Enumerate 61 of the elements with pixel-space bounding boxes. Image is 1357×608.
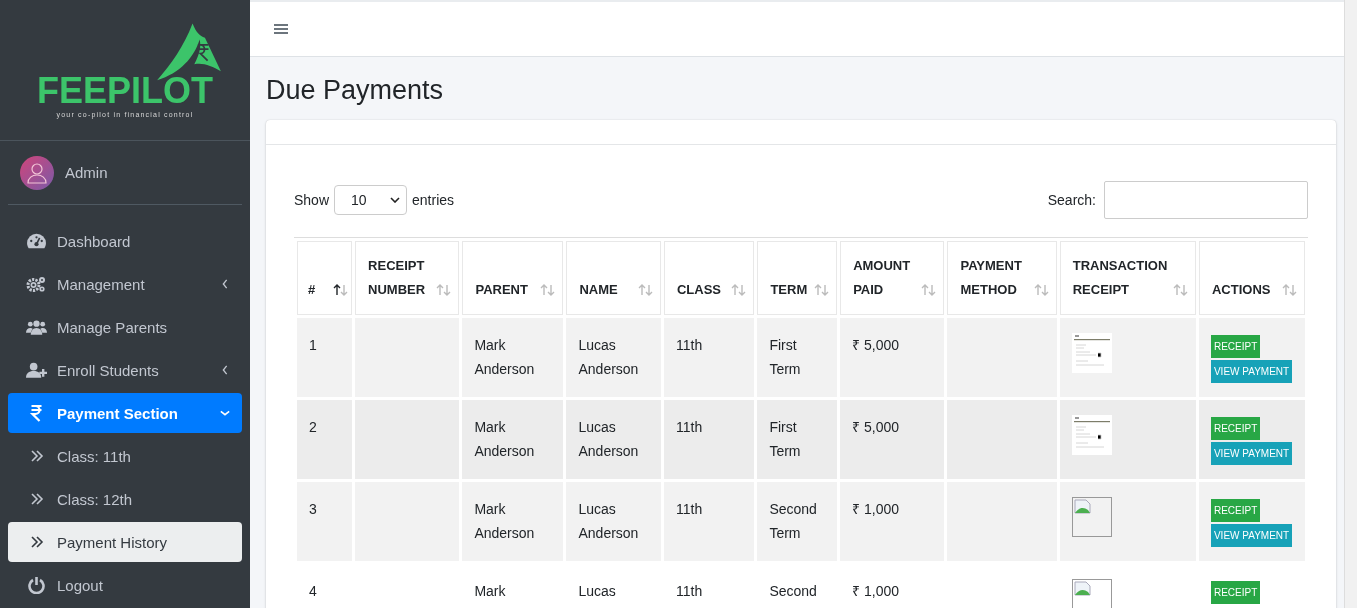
table-cell: Lucas Anderson [566, 318, 661, 397]
column-header[interactable]: TERM [757, 241, 838, 315]
sidebar-item[interactable]: Manage Parents [8, 307, 242, 347]
table-cell: 11th [663, 318, 755, 397]
entries-label: entries [412, 192, 455, 208]
submenu-item[interactable]: Class: 12th [8, 479, 242, 519]
avatar-icon [20, 155, 54, 190]
column-header[interactable]: AMOUNT PAID [840, 241, 945, 315]
table-cell: Lucas Anderson [566, 482, 661, 561]
show-label: Show [294, 192, 330, 208]
table-cell: 11th [663, 482, 755, 561]
sidebar-item[interactable]: Logout [8, 565, 242, 605]
table-cell: First Term [757, 400, 838, 479]
user-plus-icon [26, 361, 47, 379]
table-cell: ₹ 5,000 [840, 318, 945, 397]
table-cell: Mark Anderson [462, 482, 564, 561]
broken-image-icon[interactable] [1071, 579, 1112, 608]
submenu-item[interactable]: Class: 11th [8, 436, 242, 476]
search-label: Search: [1047, 192, 1096, 208]
column-header[interactable]: TRANSACTION RECEIPT [1059, 241, 1196, 315]
power-icon [26, 576, 47, 594]
sidebar-item[interactable]: Enroll Students [8, 350, 242, 390]
double-chevron-icon [30, 536, 44, 548]
search-field[interactable] [1104, 181, 1308, 219]
table-cell: 2 [297, 400, 353, 479]
scrollbar[interactable] [1344, 0, 1357, 608]
column-header[interactable]: NAME [566, 241, 661, 315]
dashboard-icon [26, 232, 47, 250]
menu-icon[interactable] [274, 23, 288, 35]
page-title: Due Payments [266, 75, 445, 106]
caret-icon [390, 197, 401, 203]
broken-image-icon[interactable] [1071, 497, 1112, 537]
submenu-item[interactable]: Payment History [8, 522, 242, 562]
table-cell: Mark Anderson [462, 318, 564, 397]
column-header[interactable]: ACTIONS [1198, 241, 1305, 315]
table-cell: First Term [757, 318, 838, 397]
table-cell: ₹ 1,000 [840, 482, 945, 561]
user-name: Admin [65, 164, 108, 182]
column-header[interactable]: RECEIPT NUMBER [355, 241, 460, 315]
table-cell: 3 [297, 482, 353, 561]
column-header[interactable]: # [297, 241, 353, 315]
double-chevron-icon [30, 493, 44, 505]
sidebar-item[interactable]: Management [8, 264, 242, 304]
sidebar-item[interactable]: Dashboard [8, 221, 242, 261]
users-icon [26, 318, 47, 336]
table-cell: Lucas Anderson [566, 400, 661, 479]
table-cell: ₹ 5,000 [840, 400, 945, 479]
column-header[interactable]: CLASS [663, 241, 755, 315]
gears-icon [26, 275, 47, 293]
sidebar-item[interactable]: Payment Section [8, 393, 242, 433]
table-cell: Mark Anderson [462, 400, 564, 479]
table-cell: Second Term [757, 482, 838, 561]
receipt-thumbnail[interactable] [1071, 333, 1112, 373]
table-cell: 11th [663, 400, 755, 479]
table-cell: 1 [297, 318, 353, 397]
column-header[interactable]: PAYMENT METHOD [947, 241, 1057, 315]
brand-name: FEEPILOT [37, 73, 213, 110]
entries-select[interactable]: 10 [334, 185, 408, 215]
column-header[interactable]: PARENT [462, 241, 564, 315]
double-chevron-icon [30, 450, 44, 462]
receipt-thumbnail[interactable] [1071, 415, 1112, 455]
